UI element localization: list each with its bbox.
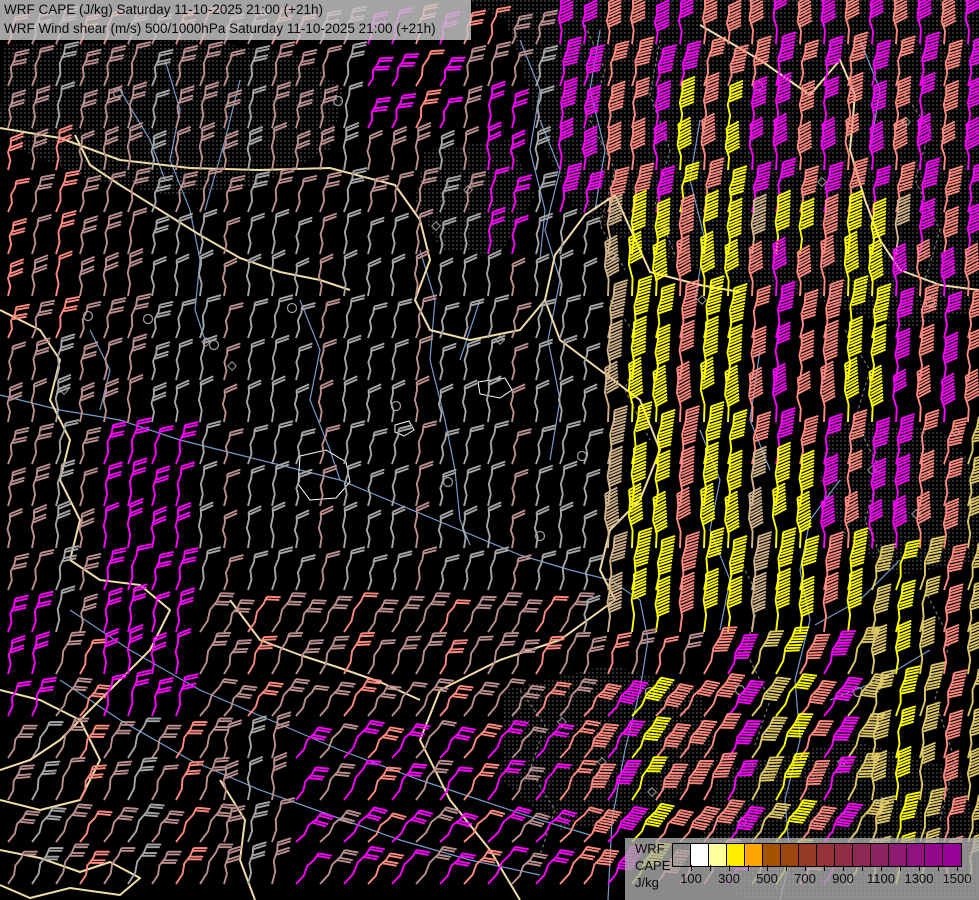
legend-swatch (817, 844, 835, 866)
legend-tick (786, 865, 787, 871)
legend-value: 700 (788, 871, 822, 886)
title-line-2: WRF Wind shear (m/s) 500/1000hPa Saturda… (4, 20, 471, 39)
legend-swatch (781, 844, 799, 866)
legend-value: 1500 (940, 871, 974, 886)
legend-tick (748, 865, 749, 871)
legend-unit-line-3: J/kg (635, 874, 670, 891)
legend-swatch (889, 844, 907, 866)
legend-colorbar (672, 843, 962, 867)
legend-swatch (907, 844, 925, 866)
title-line-1: WRF CAPE (J/kg) Saturday 11-10-2025 21:0… (4, 1, 471, 20)
legend-tick (862, 865, 863, 871)
legend-swatch (673, 844, 691, 866)
legend-value: 1100 (864, 871, 898, 886)
legend-swatch (745, 844, 763, 866)
legend-swatch (871, 844, 889, 866)
legend-swatch (853, 844, 871, 866)
legend-swatch (925, 844, 943, 866)
legend-unit-line-2: CAPE (635, 857, 670, 874)
legend-tick (710, 865, 711, 871)
legend-unit-line-1: WRF (635, 840, 670, 857)
legend-swatch (835, 844, 853, 866)
legend-swatch (799, 844, 817, 866)
title-bar: WRF CAPE (J/kg) Saturday 11-10-2025 21:0… (0, 0, 471, 40)
weather-map-page: WRF CAPE (J/kg) Saturday 11-10-2025 21:0… (0, 0, 979, 900)
legend-swatch (727, 844, 745, 866)
legend-tick (824, 865, 825, 871)
legend-value: 300 (712, 871, 746, 886)
legend-swatch (763, 844, 781, 866)
legend-swatch (691, 844, 709, 866)
legend-value: 1300 (902, 871, 936, 886)
legend-swatch (943, 844, 961, 866)
legend-value: 900 (826, 871, 860, 886)
map-canvas (0, 0, 979, 900)
legend-swatch (709, 844, 727, 866)
legend-unit-label: WRF CAPE J/kg (635, 840, 670, 891)
legend-value: 100 (674, 871, 708, 886)
cape-legend: WRF CAPE J/kg 100 300 500 700 900 1100 1300 150… (625, 838, 979, 900)
legend-tick (938, 865, 939, 871)
legend-value: 500 (750, 871, 784, 886)
legend-tick (900, 865, 901, 871)
